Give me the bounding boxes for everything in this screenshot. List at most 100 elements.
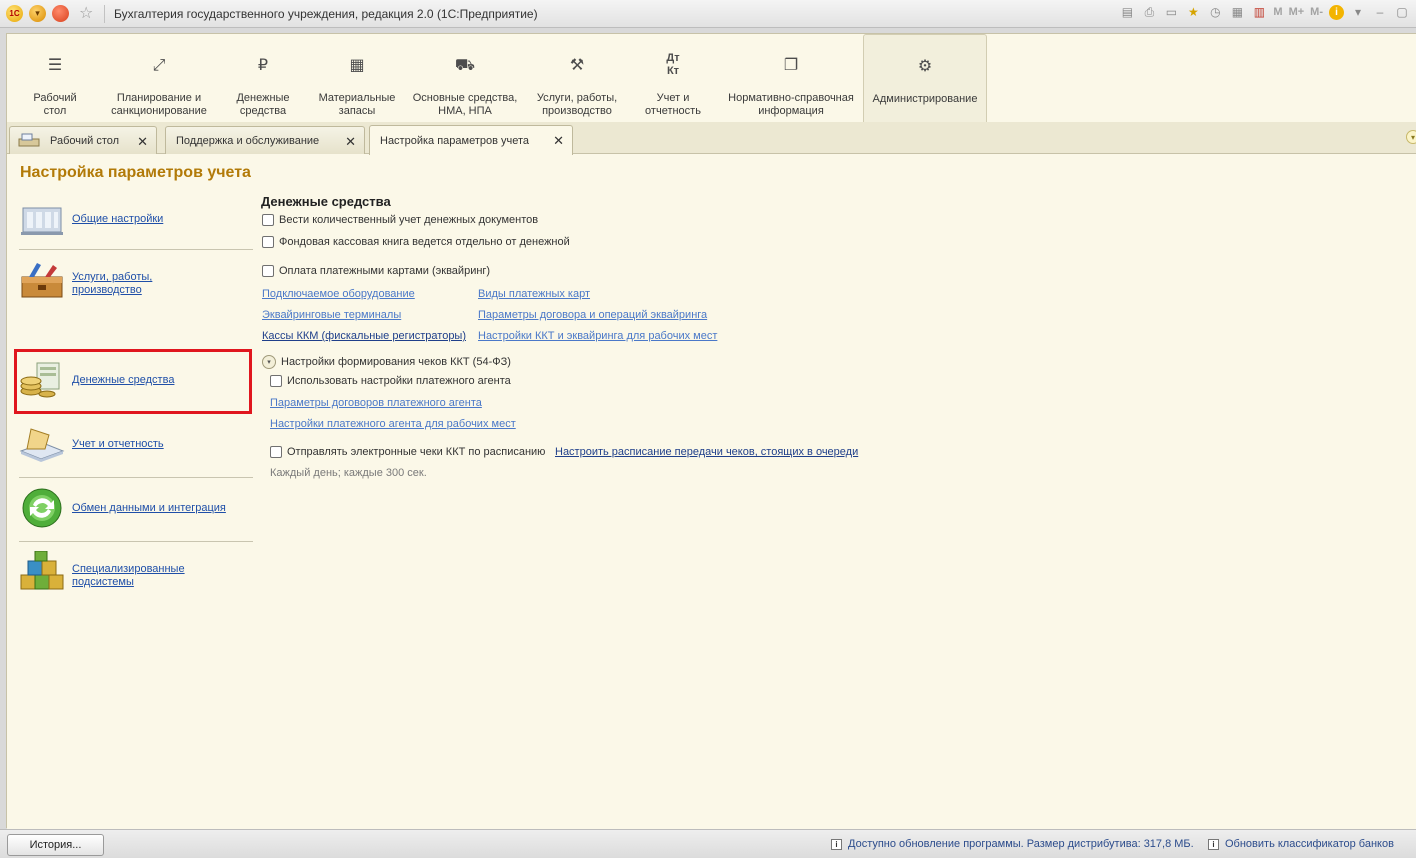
close-icon[interactable]: ✕ (553, 133, 564, 149)
section-label: Рабочий стол (33, 92, 77, 117)
sidebar-item-services[interactable]: Услуги, работы, производство (7, 257, 255, 303)
agent-contracts-link[interactable]: Параметры договоров платежного агента (270, 397, 482, 409)
checkbox[interactable] (262, 236, 274, 248)
grid-icon: ▦ (349, 56, 365, 74)
section-accounting[interactable]: Дт Кт Учет и отчетность (633, 34, 713, 122)
acquiring-contract-link[interactable]: Параметры договора и операций эквайринга (478, 309, 707, 321)
section-planning[interactable]: ⤢ Планирование и санкционирование (103, 34, 215, 122)
selection-highlight (14, 349, 252, 414)
toolbox-icon (21, 263, 63, 298)
collapse-icon[interactable]: ▾ (262, 355, 276, 369)
memory-button[interactable]: M (1273, 6, 1282, 18)
ledger-icon (19, 428, 65, 462)
section-label: Материальные запасы (318, 92, 396, 117)
tab-label: Поддержка и обслуживание (176, 134, 320, 147)
favorites-star-icon[interactable]: ☆ (79, 3, 93, 23)
history-icon[interactable]: ◷ (1207, 4, 1223, 20)
update-classifier-link[interactable]: i Обновить классификатор банков (1208, 838, 1394, 850)
section-label: Администрирование (872, 93, 978, 105)
title-toolbar: ▤ ⎙ ▭ ★ ◷ ▦ ▥ M M+ M- i ▾ – ▢ (1119, 4, 1410, 20)
tabs-scroll-icon[interactable]: ▾ (1406, 130, 1416, 144)
print-icon[interactable]: ⎙ (1141, 4, 1157, 20)
cubes-icon (20, 551, 64, 590)
kkm-registers-link[interactable]: Кассы ККМ (фискальные регистраторы) (262, 330, 466, 342)
info-icon[interactable]: i (1329, 4, 1344, 20)
sidebar-link-services[interactable]: Услуги, работы, производство (72, 271, 152, 297)
calculator-icon[interactable]: ▦ (1229, 4, 1245, 20)
separator (104, 5, 105, 23)
checkbox[interactable] (270, 446, 282, 458)
sidebar-item-accounting[interactable]: Учет и отчетность (7, 421, 255, 467)
section-desktop[interactable]: ☰ Рабочий стол (11, 34, 99, 122)
sidebar-item-exchange[interactable]: Обмен данными и интеграция (7, 485, 255, 531)
section-materials[interactable]: ▦ Материальные запасы (311, 34, 403, 122)
main-menu-button[interactable]: ▾ (29, 5, 46, 22)
minimize-icon[interactable]: – (1372, 4, 1388, 20)
group-label: Настройки формирования чеков ККТ (54-ФЗ) (281, 356, 511, 368)
section-fixed-assets[interactable]: ⛟ Основные средства, НМА, НПА (407, 34, 523, 122)
schedule-setup-link[interactable]: Настроить расписание передачи чеков, сто… (555, 446, 858, 458)
classifier-message: Обновить классификатор банков (1225, 838, 1394, 850)
sidebar-item-subsystems[interactable]: Специализированные подсистемы (7, 549, 255, 595)
sidebar-item-general[interactable]: Общие настройки (7, 196, 255, 242)
checkbox-label: Использовать настройки платежного агента (287, 375, 511, 387)
sidebar-link-exchange[interactable]: Обмен данными и интеграция (72, 502, 226, 515)
tab-desktop[interactable]: Рабочий стол ✕ (9, 126, 157, 154)
sync-icon (22, 488, 62, 528)
section-reference[interactable]: ❐ Нормативно-справочная информация (721, 34, 861, 122)
sidebar-link-general[interactable]: Общие настройки (72, 213, 163, 226)
section-label: Нормативно-справочная информация (728, 92, 854, 117)
checkbox[interactable] (262, 265, 274, 277)
building-icon (21, 207, 63, 235)
payment-agent-checkbox[interactable]: Использовать настройки платежного агента (270, 375, 511, 387)
update-available-link[interactable]: i Доступно обновление программы. Размер … (831, 838, 1194, 850)
close-app-icon[interactable] (52, 5, 69, 22)
section-services[interactable]: ⚒ Услуги, работы, производство (527, 34, 627, 122)
receipts-settings-group[interactable]: ▾ Настройки формирования чеков ККТ (54-Ф… (262, 355, 511, 369)
quantity-accounting-checkbox[interactable]: Вести количественный учет денежных докум… (262, 214, 538, 226)
section-label: Учет и отчетность (645, 92, 701, 117)
info-icon: i (831, 838, 842, 850)
maximize-icon[interactable]: ▢ (1394, 4, 1410, 20)
checkbox-label: Вести количественный учет денежных докум… (279, 214, 539, 226)
info-icon: i (1208, 838, 1219, 850)
window-title: Бухгалтерия государственного учреждения,… (114, 7, 538, 21)
truck-icon: ⛟ (454, 56, 476, 74)
section-administration[interactable]: ⚙ Администрирование (863, 34, 987, 122)
fund-cashbook-checkbox[interactable]: Фондовая кассовая книга ведется отдельно… (262, 236, 570, 248)
card-payment-checkbox[interactable]: Оплата платежными картами (эквайринг) (262, 265, 490, 277)
card-types-link[interactable]: Виды платежных карт (478, 288, 590, 300)
app-logo-icon[interactable]: 1С (6, 5, 23, 22)
chevron-down-icon[interactable]: ▾ (1350, 4, 1366, 20)
favorites-add-icon[interactable]: ★ (1185, 4, 1201, 20)
equipment-link[interactable]: Подключаемое оборудование (262, 288, 415, 300)
schedule-note: Каждый день; каждые 300 сек. (270, 467, 427, 479)
sidebar-link-accounting[interactable]: Учет и отчетность (72, 438, 164, 451)
ruble-icon: ₽ (257, 56, 269, 74)
tab-support[interactable]: Поддержка и обслуживание ✕ (165, 126, 365, 154)
page-title: Настройка параметров учета (20, 164, 251, 181)
status-bar: История... i Доступно обновление програм… (0, 829, 1416, 858)
close-icon[interactable]: ✕ (137, 134, 148, 150)
send-schedule-checkbox[interactable]: Отправлять электронные чеки ККТ по распи… (270, 446, 545, 458)
section-money[interactable]: ₽ Денежные средства (221, 34, 305, 122)
checkbox[interactable] (262, 214, 274, 226)
checkbox-label: Оплата платежными картами (эквайринг) (279, 265, 491, 277)
checkbox-label: Фондовая кассовая книга ведется отдельно… (279, 236, 570, 248)
calendar-icon[interactable]: ▥ (1251, 4, 1267, 20)
acquiring-terminals-link[interactable]: Эквайринговые терминалы (262, 309, 401, 321)
preview-icon[interactable]: ▭ (1163, 4, 1179, 20)
tab-accounting-settings[interactable]: Настройка параметров учета ✕ (369, 125, 573, 155)
kkt-workplaces-link[interactable]: Настройки ККТ и эквайринга для рабочих м… (478, 330, 717, 342)
close-icon[interactable]: ✕ (345, 134, 356, 150)
memory-minus-button[interactable]: M- (1310, 6, 1323, 18)
section-label: Услуги, работы, производство (536, 92, 618, 117)
sidebar-link-subsystems[interactable]: Специализированные подсистемы (72, 563, 185, 589)
tab-label: Настройка параметров учета (380, 134, 530, 147)
history-button[interactable]: История... (7, 834, 104, 856)
checkbox[interactable] (270, 375, 282, 387)
memory-plus-button[interactable]: M+ (1289, 6, 1305, 18)
agent-workplaces-link[interactable]: Настройки платежного агента для рабочих … (270, 418, 516, 430)
checkbox-label: Отправлять электронные чеки ККТ по распи… (287, 446, 546, 458)
save-icon[interactable]: ▤ (1119, 4, 1135, 20)
